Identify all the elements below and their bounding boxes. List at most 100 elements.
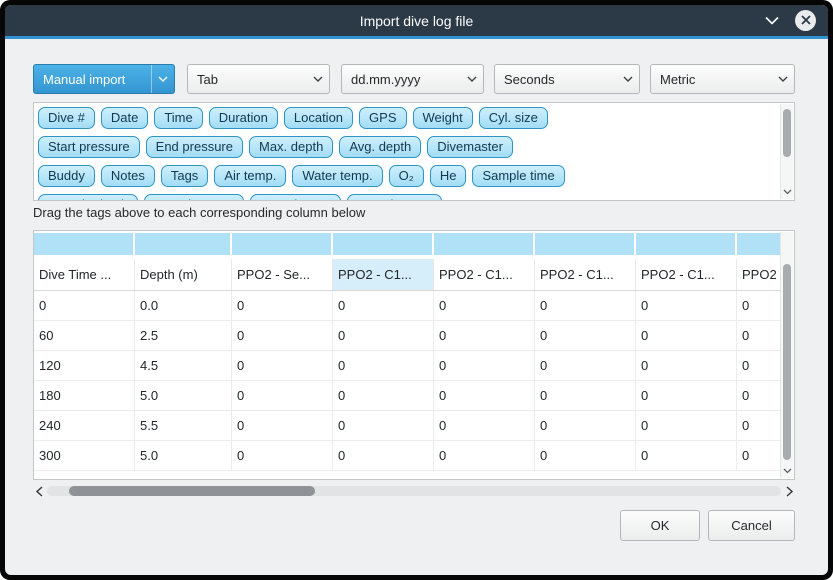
tag-gps[interactable]: GPS	[359, 107, 406, 129]
tag-sample-temp[interactable]: Sample temp.	[144, 194, 244, 201]
close-button[interactable]	[795, 10, 816, 31]
field-separator-value: Tab	[188, 72, 307, 87]
chevron-down-icon	[461, 65, 483, 93]
tag-sample-cns[interactable]: Sample CNS	[347, 194, 442, 201]
table-cell: 0	[535, 351, 636, 380]
tag-time[interactable]: Time	[154, 107, 202, 129]
rollup-chevron-icon[interactable]	[765, 12, 779, 30]
tag-start-pressure[interactable]: Start pressure	[38, 136, 140, 158]
table-header-row: Dive Time ... Depth (m) PPO2 - Se... PPO…	[34, 259, 781, 291]
tag-dive-number[interactable]: Dive #	[38, 107, 95, 129]
ok-button-label: OK	[651, 518, 670, 533]
table-cell: 0	[737, 381, 781, 410]
tag-row-clipped: Sample depth Sample temp. Sample pO₂ Sam…	[38, 194, 442, 201]
table-cell: 4.5	[135, 351, 232, 380]
tag-location[interactable]: Location	[284, 107, 353, 129]
tag-sample-time[interactable]: Sample time	[472, 165, 564, 187]
table-cell: 0	[232, 411, 333, 440]
titlebar[interactable]: Import dive log file	[5, 5, 828, 36]
tag-buddy[interactable]: Buddy	[38, 165, 95, 187]
column-header: PPO2 - Se...	[232, 259, 333, 290]
tag-max-depth[interactable]: Max. depth	[249, 136, 333, 158]
column-header: Depth (m)	[135, 259, 232, 290]
table-cell: 0	[535, 381, 636, 410]
column-header-highlighted: PPO2 - C1...	[333, 259, 434, 290]
date-format-combobox[interactable]: dd.mm.yyyy	[341, 64, 484, 94]
tag-date[interactable]: Date	[101, 107, 148, 129]
tag-row: Dive # Date Time Duration Location GPS W…	[38, 107, 548, 129]
chevron-down-icon	[617, 65, 639, 93]
table-body: 0 0.0 0 0 0 0 0 0 60 2.5 0 0 0 0 0	[34, 291, 781, 471]
tag-he[interactable]: He	[430, 165, 467, 187]
cancel-button[interactable]: Cancel	[708, 510, 795, 541]
column-drop-target[interactable]	[535, 233, 636, 255]
units-combobox[interactable]: Metric	[650, 64, 795, 94]
tag-avg-depth[interactable]: Avg. depth	[339, 136, 421, 158]
tag-cyl-size[interactable]: Cyl. size	[479, 107, 548, 129]
instruction-label: Drag the tags above to each correspondin…	[33, 205, 365, 220]
column-drop-target[interactable]	[135, 233, 232, 255]
table-vertical-scrollbar[interactable]	[780, 232, 793, 478]
table-cell: 0	[737, 411, 781, 440]
table-scrollbar-thumb[interactable]	[783, 264, 791, 460]
table-cell: 0	[232, 351, 333, 380]
column-header: PPO2	[737, 259, 781, 290]
import-mode-combobox[interactable]: Manual import	[33, 64, 175, 94]
duration-format-combobox[interactable]: Seconds	[494, 64, 640, 94]
table-cell: 0	[232, 381, 333, 410]
column-drop-target[interactable]	[636, 233, 737, 255]
tag-divemaster[interactable]: Divemaster	[427, 136, 513, 158]
date-format-value: dd.mm.yyyy	[342, 72, 461, 87]
column-drop-target[interactable]	[34, 233, 135, 255]
field-separator-combobox[interactable]: Tab	[187, 64, 330, 94]
tag-pool-scrollbar-thumb[interactable]	[783, 109, 791, 157]
tag-tags[interactable]: Tags	[161, 165, 208, 187]
column-header: PPO2 - C1...	[434, 259, 535, 290]
table-cell: 180	[34, 381, 135, 410]
tag-water-temp[interactable]: Water temp.	[292, 165, 382, 187]
table-horizontal-scrollbar[interactable]	[33, 483, 795, 499]
scroll-down-icon[interactable]	[781, 465, 793, 477]
table-cell: 0	[535, 291, 636, 320]
table-row: 240 5.5 0 0 0 0 0 0	[34, 411, 781, 441]
tag-weight[interactable]: Weight	[413, 107, 473, 129]
table-cell: 0.0	[135, 291, 232, 320]
tag-pool: Dive # Date Time Duration Location GPS W…	[33, 102, 795, 201]
table-cell: 0	[333, 441, 434, 470]
table-cell: 0	[434, 441, 535, 470]
table-cell: 5.0	[135, 381, 232, 410]
table-cell: 0	[535, 441, 636, 470]
table-cell: 0	[636, 441, 737, 470]
tag-air-temp[interactable]: Air temp.	[214, 165, 286, 187]
table-cell: 2.5	[135, 321, 232, 350]
table-cell: 0	[434, 381, 535, 410]
cancel-button-label: Cancel	[731, 518, 771, 533]
column-drop-target[interactable]	[434, 233, 535, 255]
horizontal-scrollbar-thumb[interactable]	[69, 486, 315, 496]
tag-row: Buddy Notes Tags Air temp. Water temp. O…	[38, 165, 565, 187]
table-cell: 300	[34, 441, 135, 470]
column-drop-target[interactable]	[737, 233, 781, 255]
table-cell: 240	[34, 411, 135, 440]
tag-o2[interactable]: O₂	[389, 165, 424, 187]
tag-notes[interactable]: Notes	[101, 165, 155, 187]
table-cell: 5.0	[135, 441, 232, 470]
tag-duration[interactable]: Duration	[209, 107, 278, 129]
column-drop-target[interactable]	[333, 233, 434, 255]
tag-pool-scrollbar[interactable]	[780, 104, 793, 199]
chevron-down-icon	[307, 65, 329, 93]
table-cell: 0	[434, 411, 535, 440]
tag-end-pressure[interactable]: End pressure	[146, 136, 243, 158]
table-cell: 0	[535, 411, 636, 440]
table-cell: 0	[737, 321, 781, 350]
ok-button[interactable]: OK	[620, 510, 700, 541]
tag-sample-po2[interactable]: Sample pO₂	[250, 194, 340, 201]
scroll-down-icon[interactable]	[781, 186, 793, 198]
column-drop-target[interactable]	[232, 233, 333, 255]
table-row: 180 5.0 0 0 0 0 0 0	[34, 381, 781, 411]
table-cell: 0	[636, 411, 737, 440]
tag-sample-depth[interactable]: Sample depth	[38, 194, 138, 201]
table-row: 120 4.5 0 0 0 0 0 0	[34, 351, 781, 381]
scroll-left-icon[interactable]	[33, 483, 45, 499]
scroll-right-icon[interactable]	[783, 483, 795, 499]
